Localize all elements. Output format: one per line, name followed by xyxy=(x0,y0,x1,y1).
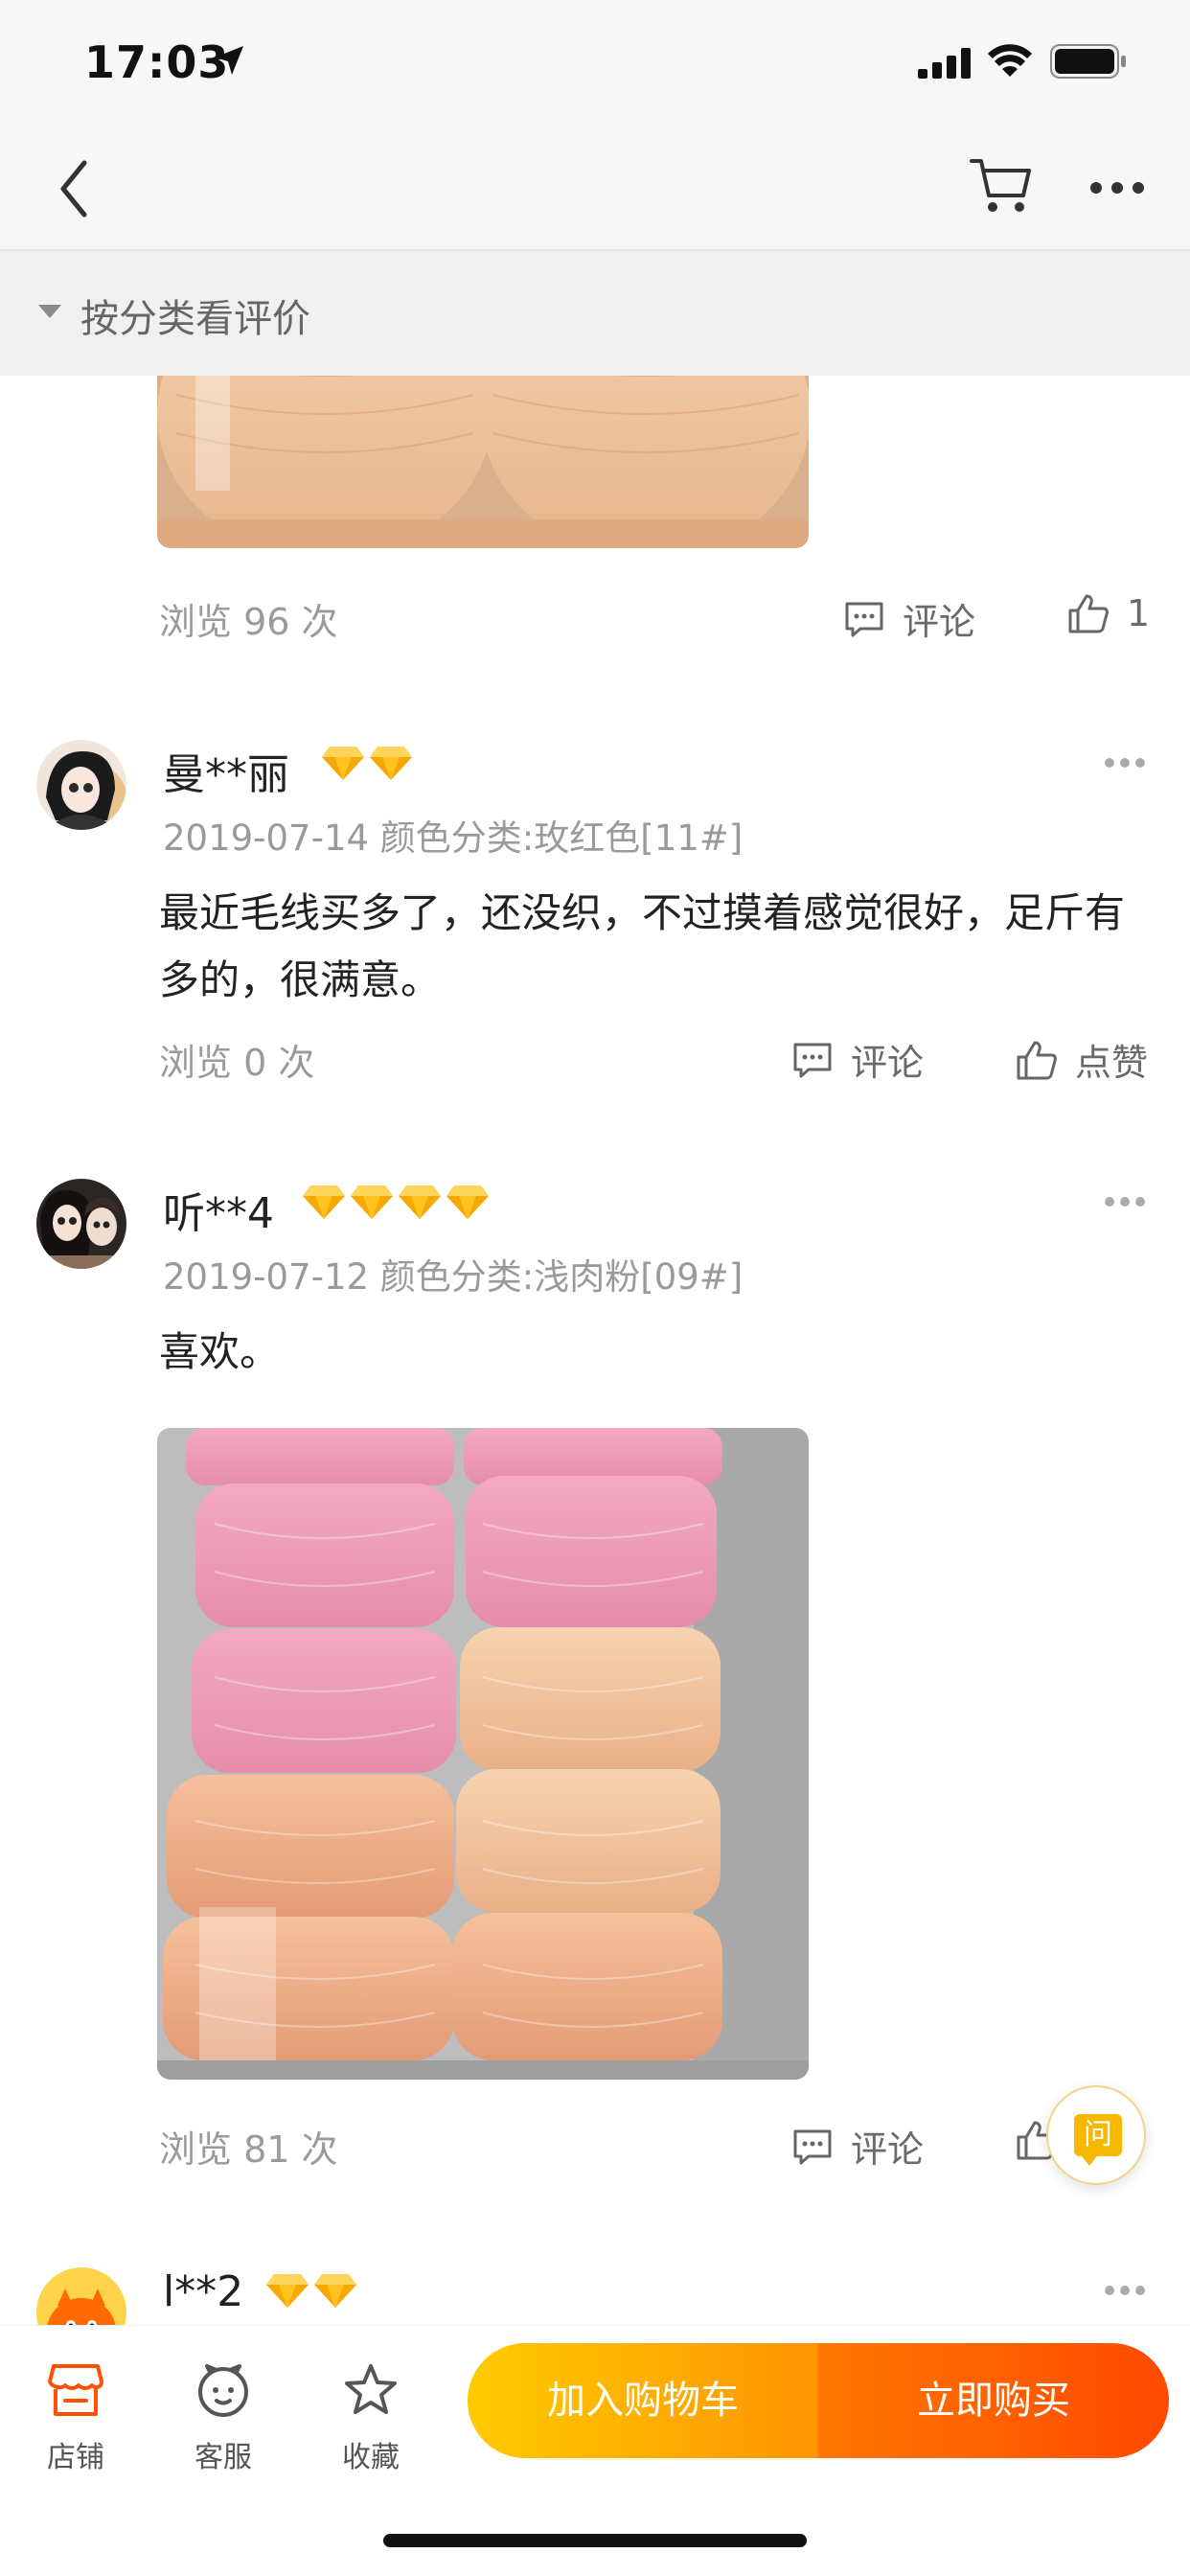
review-text: 喜欢。 xyxy=(159,1328,281,1375)
add-to-cart-button[interactable]: 加入购物车 xyxy=(468,2343,818,2458)
customer-service-icon xyxy=(198,2364,248,2417)
avatar[interactable] xyxy=(36,1179,126,1269)
more-icon[interactable] xyxy=(1088,169,1146,207)
review-more-icon[interactable] xyxy=(1102,1192,1148,1211)
status-bar: 17:03 xyxy=(0,0,1190,130)
view-count: 浏览 0 次 xyxy=(159,1042,315,1084)
diamond-badge-icon xyxy=(303,1185,345,1219)
reviewer-name: l**2 xyxy=(163,2267,244,2316)
view-count: 浏览 96 次 xyxy=(159,601,338,643)
comment-icon xyxy=(793,2129,832,2164)
like-count: 1 xyxy=(1127,592,1151,634)
comment-button[interactable]: 评论 xyxy=(791,2120,924,2173)
location-arrow-icon xyxy=(215,46,243,75)
review-date-sku: 2019-07-14 颜色分类:玫红色[11#] xyxy=(163,817,744,859)
diamond-badge-icon xyxy=(446,1185,489,1219)
comment-label: 评论 xyxy=(851,1042,925,1084)
tab-store-label: 店铺 xyxy=(47,2441,104,2474)
comment-icon xyxy=(793,1043,832,1077)
thumbs-up-icon xyxy=(1017,1041,1057,1079)
reviewer-name: 听**4 xyxy=(163,1189,274,1238)
status-time: 17:03 xyxy=(84,36,230,88)
ask-label: 问 xyxy=(1074,2114,1122,2166)
nav-bar xyxy=(0,130,1190,251)
member-level-badges xyxy=(264,2271,358,2310)
store-icon xyxy=(48,2364,103,2416)
review-text: 最近毛线买多了，还没织，不过摸着感觉很好，足斤有多的，很满意。 xyxy=(159,889,1126,1003)
review-photo[interactable] xyxy=(157,1428,809,2080)
avatar[interactable] xyxy=(36,2267,126,2325)
diamond-badge-icon xyxy=(322,747,364,780)
comment-icon xyxy=(845,602,883,636)
star-icon xyxy=(345,2364,397,2414)
buy-now-button[interactable]: 立即购买 xyxy=(818,2343,1169,2458)
back-icon[interactable] xyxy=(50,155,103,222)
comment-button[interactable]: 评论 xyxy=(843,592,975,645)
review-list[interactable]: 浏览 96 次 评论 1 曼**丽 2019-07-14 颜色分类:玫红色[11… xyxy=(0,376,1190,2325)
thumbs-up-icon xyxy=(1068,594,1109,633)
tab-favorite-label: 收藏 xyxy=(342,2441,400,2474)
filter-label: 按分类看评价 xyxy=(80,297,310,341)
diamond-badge-icon xyxy=(399,1185,441,1219)
tab-store[interactable]: 店铺 xyxy=(23,2351,128,2474)
member-level-badges xyxy=(320,744,414,782)
like-label: 点赞 xyxy=(1075,1042,1149,1084)
wifi-icon xyxy=(988,44,1032,77)
review-date-sku: 2019-07-12 颜色分类:浅肉粉[09#] xyxy=(163,1256,744,1298)
reviewer-name: 曼**丽 xyxy=(163,750,289,799)
comment-button[interactable]: 评论 xyxy=(791,1033,924,1086)
diamond-badge-icon xyxy=(351,1185,393,1219)
like-button[interactable]: 点赞 xyxy=(1016,1033,1148,1086)
tab-customer-service-label: 客服 xyxy=(195,2441,252,2474)
cellular-signal-icon xyxy=(918,48,971,79)
review-photo[interactable] xyxy=(157,376,809,548)
comment-label: 评论 xyxy=(851,2128,925,2171)
cart-icon[interactable] xyxy=(968,151,1033,218)
diamond-badge-icon xyxy=(370,747,412,780)
diamond-badge-icon xyxy=(266,2274,309,2308)
tab-customer-service[interactable]: 客服 xyxy=(171,2351,276,2474)
tab-favorite[interactable]: 收藏 xyxy=(318,2351,423,2474)
like-button[interactable]: 1 xyxy=(1067,592,1150,634)
member-level-badges xyxy=(301,1183,491,1221)
avatar[interactable] xyxy=(36,740,126,830)
view-count: 浏览 81 次 xyxy=(159,2128,338,2171)
review-filter-bar[interactable]: 按分类看评价 xyxy=(0,251,1190,376)
diamond-badge-icon xyxy=(314,2274,356,2308)
caret-down-icon xyxy=(38,305,61,318)
comment-label: 评论 xyxy=(903,601,976,643)
battery-icon xyxy=(1050,44,1126,79)
review-more-icon[interactable] xyxy=(1102,753,1148,772)
review-more-icon[interactable] xyxy=(1102,2281,1148,2300)
ask-question-button[interactable]: 问 xyxy=(1046,2085,1146,2185)
home-indicator[interactable] xyxy=(383,2534,807,2547)
